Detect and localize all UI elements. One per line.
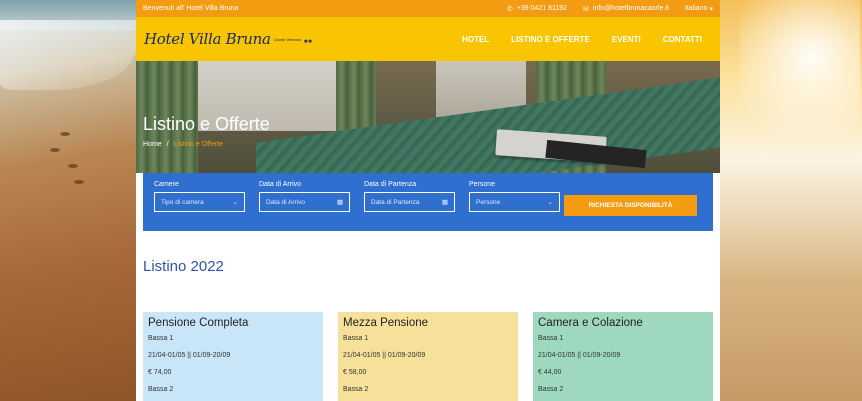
language-label: Italiano: [684, 5, 708, 12]
nav-menu: HOTEL LISTINO E OFFERTE EVENTI CONTATTI: [462, 35, 702, 44]
price-card-full-board: Pensione Completa Bassa 1 21/04-01/05 ||…: [143, 312, 323, 401]
footprint: [60, 132, 70, 136]
season-price: € 44,00: [538, 369, 562, 376]
hotel-logo[interactable]: Hotel Villa Bruna Caorle Venezia ✱✱: [144, 30, 312, 48]
card-title: Pensione Completa: [148, 317, 249, 329]
breadcrumb: Home / Listino e Offerte: [143, 141, 223, 148]
departure-placeholder: Data di Partenza: [371, 198, 420, 206]
page-title: Listino e Offerte: [143, 114, 270, 134]
rooms-field: Camere Tipo di camera ⌄: [154, 181, 245, 212]
footprint: [50, 148, 60, 152]
phone-icon: ✆: [506, 5, 513, 13]
availability-search-panel: Camere Tipo di camera ⌄ Data di Arrivo D…: [143, 173, 713, 231]
card-title: Camera e Colazione: [538, 317, 643, 329]
welcome-text: Benvenuti all' Hotel Villa Bruna: [143, 5, 239, 12]
rooms-label: Camere: [154, 181, 179, 188]
logo-script: Hotel Villa Bruna: [144, 30, 271, 48]
arrival-label: Data di Arrivo: [259, 181, 302, 188]
beach-background-left: [0, 0, 136, 401]
season-label: Bassa 1: [343, 335, 369, 342]
main-navbar: Hotel Villa Bruna Caorle Venezia ✱✱ HOTE…: [136, 17, 720, 61]
price-card-half-board: Mezza Pensione Bassa 1 21/04-01/05 || 01…: [338, 312, 518, 401]
arrival-field: Data di Arrivo Data di Arrivo ▦: [259, 181, 350, 212]
nav-item-listino[interactable]: LISTINO E OFFERTE: [511, 35, 590, 44]
nav-item-hotel[interactable]: HOTEL: [462, 35, 489, 44]
logo-stars: ✱✱: [303, 39, 313, 45]
season-label: Bassa 2: [148, 386, 174, 393]
calendar-icon: ▦: [336, 199, 343, 206]
price-list-heading: Listino 2022: [143, 258, 224, 275]
season-label: Bassa 2: [538, 386, 564, 393]
season-dates: 21/04-01/05 || 01/09-20/09: [148, 352, 231, 359]
phone-contact[interactable]: ✆ +39 0421 81192: [507, 5, 567, 13]
season-dates: 21/04-01/05 || 01/09-20/09: [538, 352, 621, 359]
persons-field: Persone Persone ⌄: [469, 181, 560, 212]
arrival-date-input[interactable]: Data di Arrivo ▦: [259, 192, 350, 212]
footprint: [68, 164, 78, 168]
persons-label: Persone: [469, 181, 496, 188]
departure-field: Data di Partenza Data di Partenza ▦: [364, 181, 455, 212]
rooms-value: Tipo di camera: [161, 198, 204, 206]
season-label: Bassa 1: [148, 335, 174, 342]
price-card-bed-breakfast: Camera e Colazione Bassa 1 21/04-01/05 |…: [533, 312, 713, 401]
breadcrumb-separator: /: [166, 141, 169, 148]
footprint: [74, 180, 84, 184]
wave-foam: [0, 20, 136, 90]
season-price: € 58,00: [343, 369, 367, 376]
departure-label: Data di Partenza: [364, 181, 417, 188]
page: Benvenuti all' Hotel Villa Bruna ✆ +39 0…: [136, 0, 720, 401]
beach-background-right: [720, 0, 862, 401]
chevron-down-icon: ⌄: [547, 199, 553, 206]
email-contact[interactable]: ✉ info@hotelbrunacaorle.it: [583, 5, 669, 13]
nav-item-contatti[interactable]: CONTATTI: [663, 35, 702, 44]
chevron-down-icon: ▾: [709, 5, 713, 13]
request-availability-button[interactable]: RICHIESTA DISPONIBILITÀ: [564, 195, 697, 216]
sun-glare: [740, 0, 860, 160]
card-title: Mezza Pensione: [343, 317, 429, 329]
email-address[interactable]: info@hotelbrunacaorle.it: [593, 5, 669, 12]
phone-number[interactable]: +39 0421 81192: [517, 5, 567, 12]
hero-banner: Listino e Offerte Home / Listino e Offer…: [136, 61, 720, 173]
calendar-icon: ▦: [441, 199, 448, 206]
season-dates: 21/04-01/05 || 01/09-20/09: [343, 352, 426, 359]
persons-select[interactable]: Persone ⌄: [469, 192, 560, 212]
persons-value: Persone: [476, 198, 501, 206]
departure-date-input[interactable]: Data di Partenza ▦: [364, 192, 455, 212]
season-label: Bassa 2: [343, 386, 369, 393]
language-selector[interactable]: Italiano ▾: [685, 5, 713, 13]
arrival-placeholder: Data di Arrivo: [266, 198, 306, 206]
season-price: € 74,00: [148, 369, 172, 376]
breadcrumb-home[interactable]: Home: [143, 141, 162, 148]
nav-item-eventi[interactable]: EVENTI: [612, 35, 641, 44]
chevron-down-icon: ⌄: [232, 199, 238, 206]
envelope-icon: ✉: [583, 5, 589, 13]
top-bar: Benvenuti all' Hotel Villa Bruna ✆ +39 0…: [136, 0, 720, 17]
breadcrumb-current: Listino e Offerte: [173, 141, 223, 148]
season-label: Bassa 1: [538, 335, 564, 342]
rooms-select[interactable]: Tipo di camera ⌄: [154, 192, 245, 212]
logo-subtitle: Caorle Venezia: [273, 37, 301, 42]
